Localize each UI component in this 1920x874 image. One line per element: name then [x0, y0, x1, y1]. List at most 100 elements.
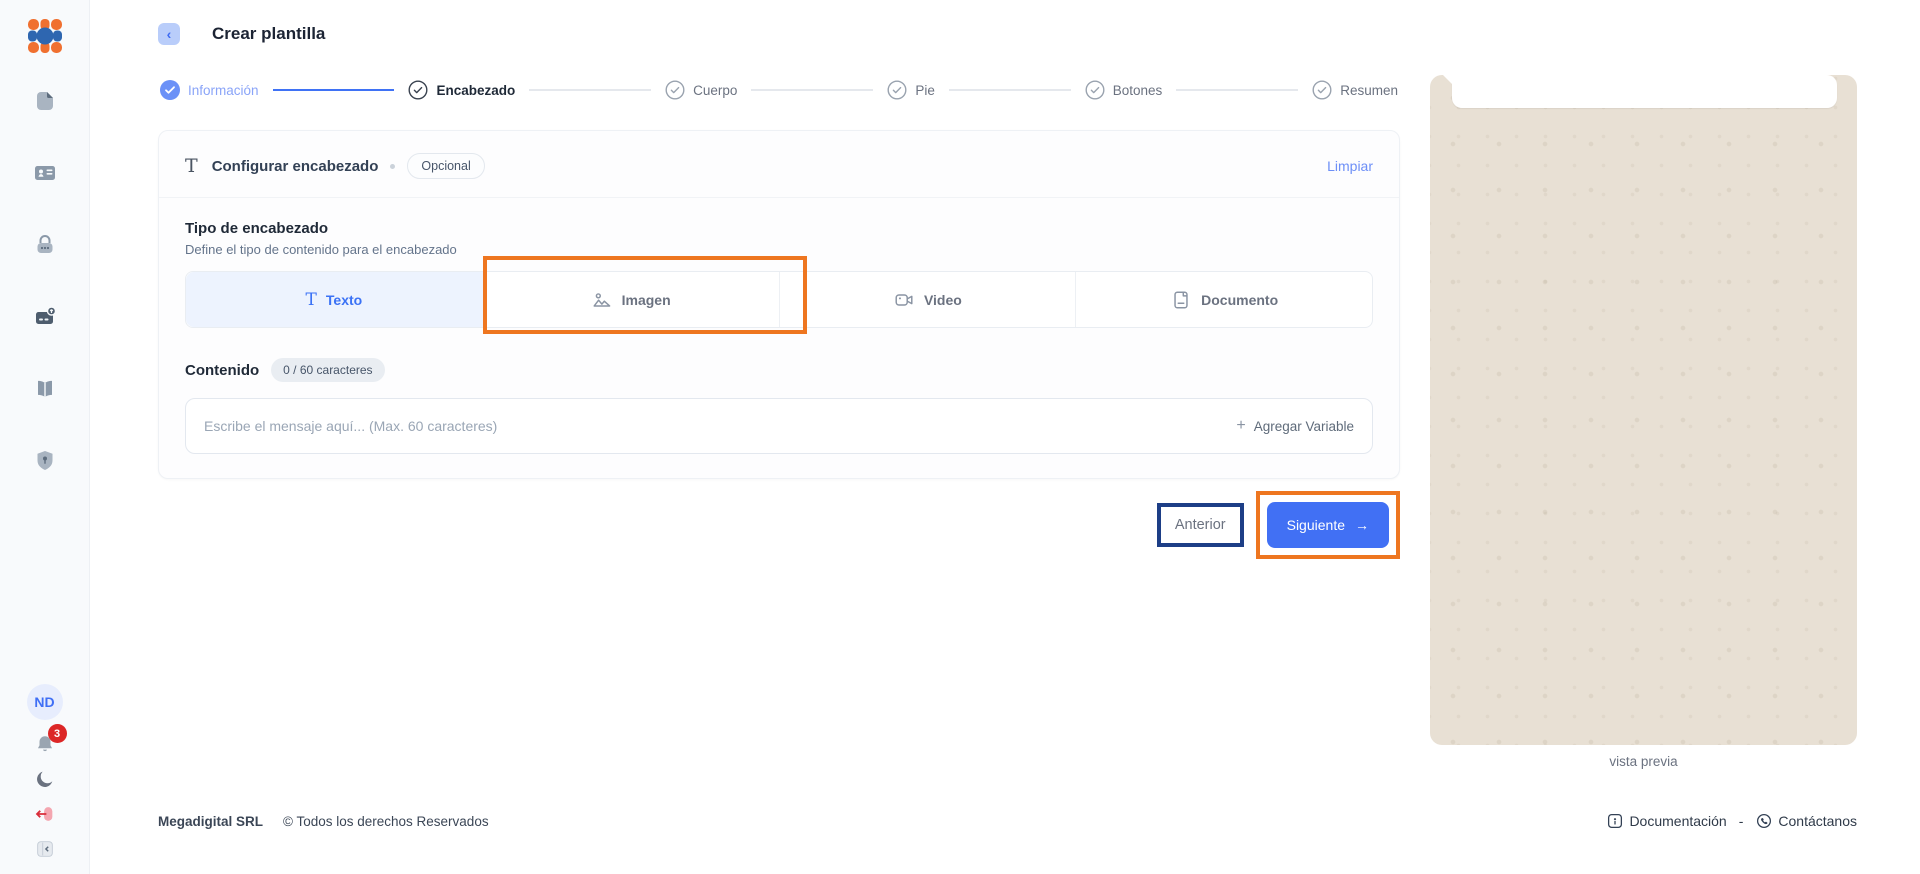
documentation-label: Documentación	[1629, 813, 1726, 829]
clear-link[interactable]: Limpiar	[1327, 158, 1373, 174]
header-config-card: T Configurar encabezado Opcional Limpiar…	[158, 130, 1400, 479]
message-bubble	[1452, 75, 1837, 108]
footer-company: Megadigital SRL	[158, 814, 263, 829]
message-input-container: + Agregar Variable	[185, 398, 1373, 454]
user-avatar[interactable]: ND	[27, 684, 63, 720]
left-column: Información Encabezado Cuerpo	[158, 56, 1400, 874]
moon-icon	[34, 768, 56, 790]
type-section-subtitle: Define el tipo de contenido para el enca…	[185, 242, 1373, 257]
bubble-tail	[1443, 75, 1456, 88]
page-title: Crear plantilla	[212, 24, 325, 44]
contact-label: Contáctanos	[1778, 813, 1857, 829]
next-button[interactable]: Siguiente →	[1267, 502, 1389, 548]
check-circle-icon	[160, 80, 180, 100]
plus-icon: +	[1236, 417, 1245, 435]
tab-video[interactable]: Video	[780, 272, 1077, 327]
step-cuerpo[interactable]: Cuerpo	[665, 80, 737, 100]
optional-badge: Opcional	[407, 153, 484, 179]
step-botones[interactable]: Botones	[1085, 80, 1163, 100]
type-section-title: Tipo de encabezado	[185, 220, 1373, 237]
stepper-connector	[273, 89, 395, 91]
main-area: ‹ Crear plantilla Información	[90, 0, 1920, 874]
message-input[interactable]	[204, 418, 1236, 434]
content-row: Información Encabezado Cuerpo	[158, 56, 1857, 874]
tab-label: Video	[924, 292, 962, 308]
phone-contact-icon	[1755, 812, 1773, 830]
sidebar-item-templates[interactable]	[32, 88, 58, 114]
file-icon	[32, 88, 58, 114]
step-encabezado[interactable]: Encabezado	[408, 80, 515, 100]
stepper-connector	[949, 89, 1071, 91]
sidebar-item-docs[interactable]	[32, 376, 58, 402]
next-button-label: Siguiente	[1287, 517, 1345, 533]
documentation-link[interactable]: Documentación	[1606, 812, 1726, 830]
whatsapp-preview-panel	[1430, 75, 1857, 745]
check-circle-icon	[887, 80, 907, 100]
step-label: Encabezado	[436, 83, 515, 98]
stepper-connector	[1176, 89, 1298, 91]
contact-link[interactable]: Contáctanos	[1755, 812, 1857, 830]
back-button[interactable]: ‹	[158, 23, 180, 45]
wizard-actions: Anterior Siguiente →	[158, 491, 1400, 559]
arrow-right-icon: →	[1355, 517, 1369, 533]
avatar-initials: ND	[34, 694, 54, 710]
dot-separator	[390, 164, 395, 169]
step-resumen[interactable]: Resumen	[1312, 80, 1398, 100]
logo-icon	[23, 14, 67, 58]
dark-mode-toggle[interactable]	[34, 768, 56, 790]
collapse-icon	[34, 838, 56, 860]
preview-column: vista previa	[1430, 56, 1857, 874]
page-header: ‹ Crear plantilla	[158, 18, 1857, 50]
check-circle-icon	[408, 80, 428, 100]
notification-badge: 3	[48, 724, 67, 743]
notifications-button[interactable]: 3	[34, 733, 56, 755]
book-icon	[32, 376, 58, 402]
step-label: Cuerpo	[693, 83, 737, 98]
add-variable-button[interactable]: + Agregar Variable	[1236, 417, 1354, 435]
card-title: Configurar encabezado	[212, 158, 379, 175]
app-logo[interactable]	[23, 14, 67, 58]
tab-label: Texto	[326, 292, 362, 308]
documentation-icon	[1606, 812, 1624, 830]
tab-texto[interactable]: T Texto	[186, 272, 483, 327]
stepper-connector	[529, 89, 651, 91]
sidebar-item-contacts[interactable]	[32, 160, 58, 186]
id-card-icon	[32, 160, 58, 186]
footer-rights: © Todos los derechos Reservados	[283, 814, 489, 829]
footer-right: Documentación - Contáctanos	[1606, 812, 1857, 830]
step-pie[interactable]: Pie	[887, 80, 935, 100]
preview-caption: vista previa	[1430, 754, 1857, 769]
step-label: Información	[188, 83, 259, 98]
check-circle-icon	[665, 80, 685, 100]
stepper-connector	[751, 89, 873, 91]
logout-icon	[34, 803, 56, 825]
wizard-stepper: Información Encabezado Cuerpo	[158, 56, 1400, 130]
step-informacion[interactable]: Información	[160, 80, 259, 100]
check-circle-icon	[1085, 80, 1105, 100]
step-label: Pie	[915, 83, 935, 98]
card-body: Tipo de encabezado Define el tipo de con…	[159, 198, 1399, 478]
content-section-title: Contenido	[185, 362, 259, 379]
sidebar-nav	[32, 88, 58, 474]
collapse-sidebar-button[interactable]	[34, 838, 56, 860]
previous-button[interactable]: Anterior	[1175, 517, 1226, 533]
char-counter-badge: 0 / 60 caracteres	[271, 358, 384, 382]
document-icon	[1170, 289, 1192, 311]
sidebar-item-billing[interactable]	[32, 304, 58, 330]
header-type-tabs: T Texto Imagen	[185, 271, 1373, 328]
sidebar-item-access[interactable]	[32, 448, 58, 474]
logout-button[interactable]	[34, 803, 56, 825]
annotation-box-anterior: Anterior	[1157, 503, 1244, 547]
video-icon	[893, 289, 915, 311]
annotation-box-siguiente: Siguiente →	[1256, 491, 1400, 559]
back-chevron-icon: ‹	[167, 27, 172, 41]
step-label: Resumen	[1340, 83, 1398, 98]
tab-documento[interactable]: Documento	[1076, 272, 1372, 327]
shield-key-icon	[32, 448, 58, 474]
sidebar-bottom: ND 3	[27, 684, 63, 860]
tab-imagen[interactable]: Imagen	[483, 272, 780, 327]
text-icon: T	[306, 290, 317, 310]
sidebar-item-security[interactable]	[32, 232, 58, 258]
step-label: Botones	[1113, 83, 1163, 98]
lock-icon	[32, 232, 58, 258]
